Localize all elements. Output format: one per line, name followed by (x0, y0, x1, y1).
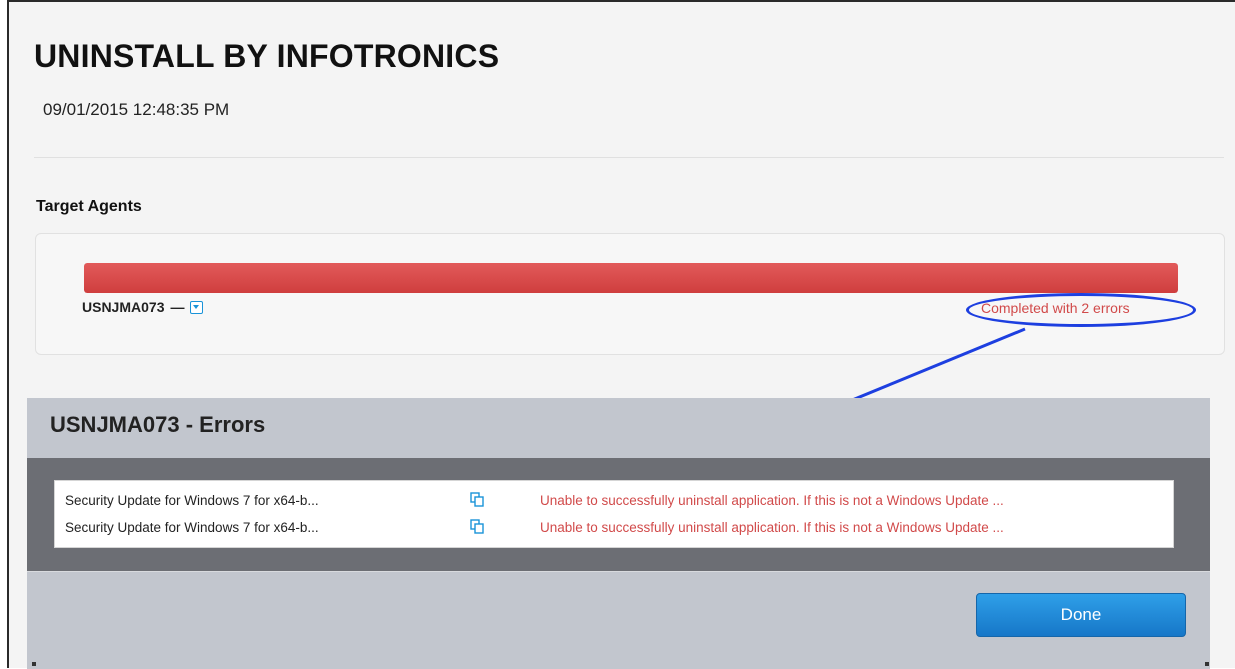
dialog-footer: Done (27, 571, 1210, 669)
resize-corner (32, 662, 36, 666)
error-message: Unable to successfully uninstall applica… (540, 519, 1004, 535)
error-application: Security Update for Windows 7 for x64-b.… (65, 492, 319, 508)
dialog-header: USNJMA073 - Errors (27, 398, 1210, 458)
dialog-title: USNJMA073 - Errors (50, 412, 266, 437)
error-application: Security Update for Windows 7 for x64-b.… (65, 519, 319, 535)
copy-icon[interactable] (470, 492, 484, 507)
divider (34, 157, 1224, 158)
agent-progress-bar (84, 263, 1178, 293)
agent-name: USNJMA073 (82, 299, 165, 315)
error-message: Unable to successfully uninstall applica… (540, 492, 1004, 508)
done-button[interactable]: Done (976, 593, 1186, 637)
agent-row: USNJMA073 — (82, 299, 204, 315)
errors-dialog: USNJMA073 - Errors Security Update for W… (27, 398, 1210, 669)
timestamp: 09/01/2015 12:48:35 PM (43, 100, 230, 119)
agent-progress-fill (84, 263, 1178, 293)
table-row: Security Update for Windows 7 for x64-b.… (55, 514, 1173, 540)
dialog-body: Security Update for Windows 7 for x64-b.… (27, 458, 1210, 571)
expand-details-icon[interactable] (190, 300, 204, 314)
errors-table: Security Update for Windows 7 for x64-b.… (54, 480, 1174, 548)
resize-corner (1205, 662, 1209, 666)
section-label-target-agents: Target Agents (36, 198, 142, 215)
annotation-ellipse (966, 293, 1196, 327)
copy-icon[interactable] (470, 519, 484, 534)
page-title: UNINSTALL BY INFOTRONICS (34, 38, 500, 74)
table-row: Security Update for Windows 7 for x64-b.… (55, 487, 1173, 513)
agent-separator: — (170, 299, 185, 315)
